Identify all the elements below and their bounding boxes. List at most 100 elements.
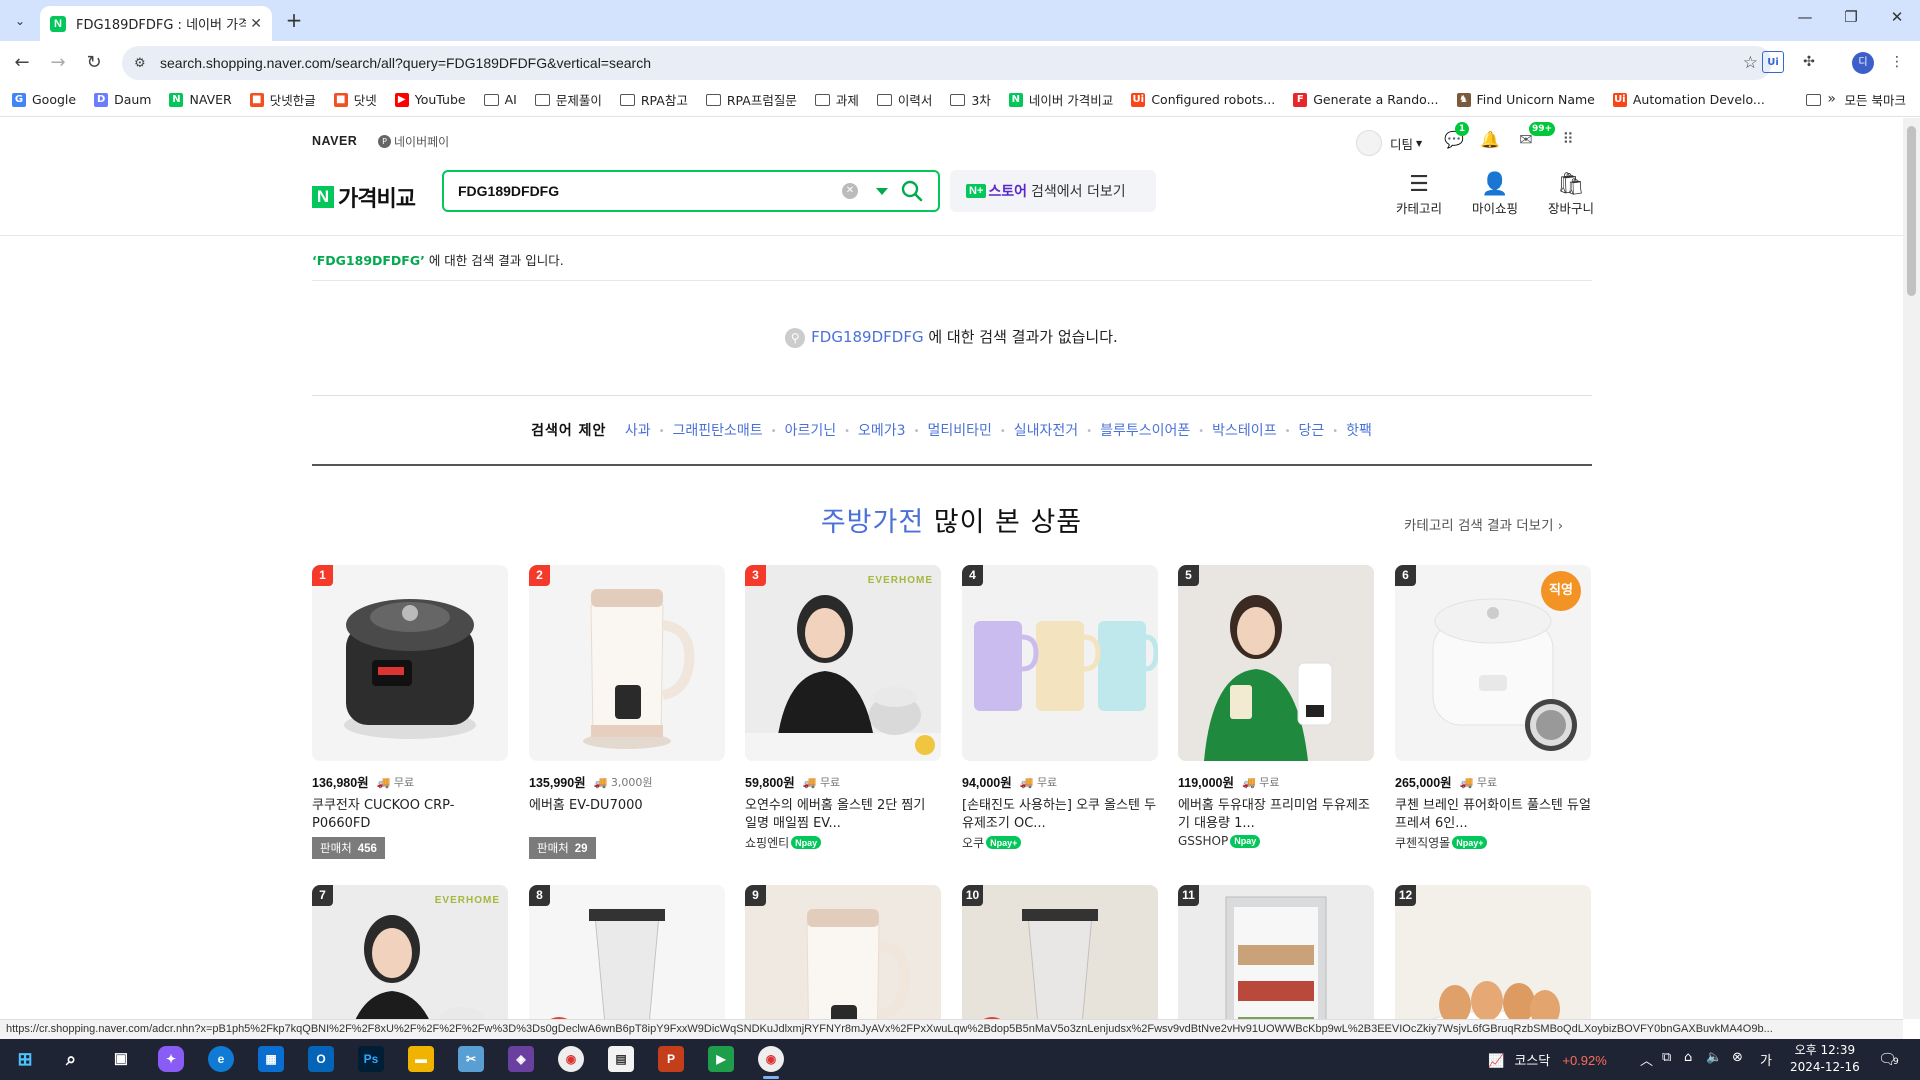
minimize-icon[interactable]: — xyxy=(1782,8,1828,32)
edge-icon[interactable]: e xyxy=(208,1046,234,1072)
bookmark-item[interactable]: N 네이버 가격비교 xyxy=(1008,90,1113,109)
product-thumbnail[interactable]: 2 xyxy=(529,565,725,761)
site-info-icon[interactable]: ⚙ xyxy=(134,56,154,71)
browser-menu-icon[interactable]: ⋮ xyxy=(1886,51,1908,73)
bookmark-item[interactable]: D Daum xyxy=(94,92,151,107)
address-bar[interactable]: ⚙ search.shopping.naver.com/search/all?q… xyxy=(122,46,1772,80)
naverpay-link[interactable]: P 네이버페이 xyxy=(378,133,449,150)
task-view-icon[interactable]: ▣ xyxy=(108,1046,134,1072)
bookmark-item[interactable]: ■ 닷넷한글 xyxy=(249,90,316,109)
bookmark-item[interactable]: RPA프럼질문 xyxy=(705,90,797,109)
store-icon[interactable]: ▦ xyxy=(258,1046,284,1072)
bookmark-item[interactable]: N NAVER xyxy=(169,92,232,107)
suggest-term-link[interactable]: 당근 xyxy=(1298,423,1324,439)
volume-icon[interactable]: 🔈 xyxy=(1706,1050,1722,1065)
myshopping-menu[interactable]: 👤 마이쇼핑 xyxy=(1465,172,1525,217)
store-search-more-button[interactable]: N+ 스토어 검색에서 더보기 xyxy=(950,170,1156,212)
suggest-term-link[interactable]: 오메가3 xyxy=(858,423,906,439)
product-card[interactable]: 9 xyxy=(745,885,941,1019)
product-name[interactable]: 쿠첸 브레인 퓨어화이트 풀스텐 듀얼프레셔 6인... xyxy=(1395,797,1591,833)
seller-name[interactable]: 쿠첸직영몰 xyxy=(1395,834,1450,851)
file-explorer-icon[interactable]: ▬ xyxy=(408,1046,434,1072)
back-arrow-icon[interactable]: ← xyxy=(8,49,36,77)
scrollbar-thumb[interactable] xyxy=(1907,126,1916,296)
seller-name[interactable]: GSSHOP xyxy=(1178,834,1228,848)
app-green-icon[interactable]: ▶ xyxy=(708,1046,734,1072)
bookmark-item[interactable]: 과제 xyxy=(814,90,859,109)
product-card[interactable]: 3 EVERHOME 59,800원 🚚 무료 오연수의 에버홈 올스텐 2단 찜기 일… xyxy=(745,565,941,851)
close-window-icon[interactable]: ✕ xyxy=(1874,8,1920,32)
chrome-icon[interactable]: ◉ xyxy=(558,1046,584,1072)
all-bookmarks-folder[interactable]: 모든 북마크 xyxy=(1805,83,1906,116)
tab-close-icon[interactable]: ✕ xyxy=(250,16,262,32)
product-name[interactable]: [손태진도 사용하는] 오쿠 올스텐 두유제조기 OC... xyxy=(962,797,1158,833)
product-thumbnail[interactable]: 4 xyxy=(962,565,1158,761)
dropdown-triangle-icon[interactable] xyxy=(876,188,888,195)
more-category-link[interactable]: 카테고리 검색 결과 더보기 › xyxy=(1404,514,1563,534)
product-card[interactable]: 7 EVERHOME xyxy=(312,885,508,1019)
suggest-term-link[interactable]: 멀티비타민 xyxy=(927,423,991,439)
copilot-icon[interactable]: ✦ xyxy=(158,1046,184,1072)
apps-grid-icon[interactable]: ⠿ xyxy=(1557,130,1579,152)
chrome-active-icon[interactable]: ◉ xyxy=(758,1046,784,1072)
bookmark-item[interactable]: ■ 닷넷 xyxy=(333,90,377,109)
seller-name[interactable]: 쇼핑엔티 xyxy=(745,834,789,851)
clock[interactable]: 오후 12:39 2024-12-16 xyxy=(1790,1042,1860,1076)
bookmark-item[interactable]: G Google xyxy=(12,92,76,107)
search-icon[interactable] xyxy=(900,179,924,203)
product-thumbnail[interactable]: 3 EVERHOME xyxy=(745,565,941,761)
product-thumbnail[interactable]: 7 EVERHOME xyxy=(312,885,508,1019)
network-icon[interactable]: ⌂ xyxy=(1684,1050,1692,1065)
product-card[interactable]: 2 135,990원 🚚 3,000원 에버홈 EV-DU7000 판매처 29 xyxy=(529,565,725,859)
suggest-term-link[interactable]: 그래핀탄소매트 xyxy=(672,423,762,439)
powerpoint-icon[interactable]: P xyxy=(658,1046,684,1072)
bookmark-item[interactable]: Ui Configured robots... xyxy=(1131,92,1275,107)
tray-circle-icon[interactable]: ⊗ xyxy=(1732,1050,1743,1065)
stock-widget[interactable]: 📈 코스닥 +0.92% xyxy=(1488,1050,1607,1069)
extensions-puzzle-icon[interactable]: ✣ xyxy=(1798,51,1820,73)
cart-menu[interactable]: 🛍 장바구니 xyxy=(1541,172,1601,217)
notepad-icon[interactable]: ▤ xyxy=(608,1046,634,1072)
category-menu[interactable]: ☰ 카테고리 xyxy=(1389,172,1449,217)
photoshop-icon[interactable]: Ps xyxy=(358,1046,384,1072)
bookmark-item[interactable]: ♞ Find Unicorn Name xyxy=(1456,92,1595,107)
bookmark-item[interactable]: ▶ YouTube xyxy=(394,92,466,107)
product-thumbnail[interactable]: 5 xyxy=(1178,565,1374,761)
bookmark-item[interactable]: RPA참고 xyxy=(619,90,688,109)
new-tab-plus-icon[interactable]: + xyxy=(282,9,306,33)
tray-chevron-icon[interactable]: ︿ xyxy=(1640,1050,1653,1069)
windows-start-icon[interactable]: ⊞ xyxy=(12,1046,38,1072)
product-thumbnail[interactable]: 9 xyxy=(745,885,941,1019)
search-taskbar-icon[interactable]: ⌕ xyxy=(58,1046,84,1072)
bookmark-item[interactable]: 3차 xyxy=(950,90,991,109)
product-card[interactable]: 4 94,000원 🚚 무료 [손태진도 사용하는] 오쿠 올스텐 두유제조기 OC.… xyxy=(962,565,1158,851)
product-card[interactable]: 5 119,000원 🚚 무료 에버홈 두유대장 프리미엄 두유제조기 대용량 1..… xyxy=(1178,565,1374,848)
bookmark-item[interactable]: Ui Automation Develo... xyxy=(1612,92,1765,107)
uipath-extension-icon[interactable]: Ui xyxy=(1762,51,1784,73)
reload-icon[interactable]: ↻ xyxy=(80,49,108,77)
talk-bubble-icon[interactable]: 💬 1 xyxy=(1443,122,1469,152)
bookmark-item[interactable]: 문제풀이 xyxy=(534,90,602,109)
ime-icon[interactable]: 가 xyxy=(1760,1050,1772,1069)
bookmark-star-icon[interactable]: ☆ xyxy=(1743,53,1758,73)
product-card[interactable]: 10 xyxy=(962,885,1158,1019)
suggest-term-link[interactable]: 아르기닌 xyxy=(785,423,837,439)
forward-arrow-icon[interactable]: → xyxy=(44,49,72,77)
product-name[interactable]: 오연수의 에버홈 올스텐 2단 찜기 일명 매일찜 EV... xyxy=(745,797,941,833)
naver-logo[interactable]: NAVER xyxy=(312,134,357,148)
product-thumbnail[interactable]: 6 직영 xyxy=(1395,565,1591,761)
notification-icon[interactable]: 🗨9 xyxy=(1878,1050,1899,1068)
product-card[interactable]: 1 136,980원 🚚 무료 쿠쿠전자 CUCKOO CRP-P0660FD 판매처 4… xyxy=(312,565,508,859)
bookmark-item[interactable]: AI xyxy=(483,92,517,107)
tab-search-chevron-icon[interactable]: ⌄ xyxy=(6,8,34,34)
price-compare-logo[interactable]: N 가격비교 xyxy=(312,181,416,213)
product-name[interactable]: 에버홈 EV-DU7000 xyxy=(529,797,725,833)
tray-icon[interactable]: ⧉ xyxy=(1662,1050,1671,1065)
suggest-term-link[interactable]: 박스테이프 xyxy=(1212,423,1276,439)
product-thumbnail[interactable]: 8 xyxy=(529,885,725,1019)
clear-search-icon[interactable]: ✕ xyxy=(842,183,858,199)
search-input[interactable] xyxy=(458,181,828,201)
page-scrollbar[interactable] xyxy=(1903,118,1920,1019)
product-name[interactable]: 에버홈 두유대장 프리미엄 두유제조기 대용량 1... xyxy=(1178,797,1374,833)
suggest-term-link[interactable]: 사과 xyxy=(625,423,651,439)
